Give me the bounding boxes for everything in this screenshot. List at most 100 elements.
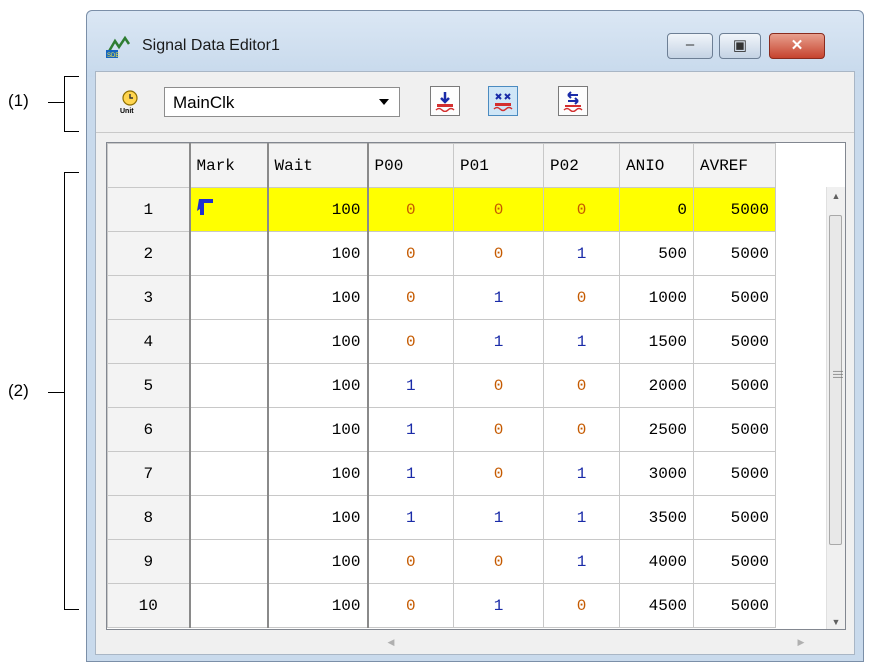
column-header-p01[interactable]: P01 [453,143,544,188]
anio-cell[interactable]: 2500 [619,407,694,452]
p00-cell[interactable]: 0 [367,231,454,276]
vertical-scroll-thumb[interactable]: — — — [829,215,843,545]
avref-cell[interactable]: 5000 [693,319,776,364]
mark-cell[interactable] [189,187,269,232]
table-row[interactable]: 9 100 0 0 1 4000 5000 [107,539,776,584]
row-number-cell[interactable]: 1 [107,187,191,232]
anio-cell[interactable]: 3500 [619,495,694,540]
chevron-down-icon[interactable] [379,99,389,105]
row-number-cell[interactable]: 7 [107,451,191,496]
mark-cell[interactable] [189,231,269,276]
scroll-down-icon[interactable]: ▼ [827,613,845,629]
wait-cell[interactable]: 100 [267,495,369,540]
column-header-anio[interactable]: ANIO [619,143,694,188]
wait-cell[interactable]: 100 [267,539,369,584]
import-button[interactable] [430,86,460,116]
signal-data-grid[interactable]: Mark Wait P00 P01 P02 ANIO AVREF 1 100 0 0 0… [106,142,846,630]
p02-cell[interactable]: 0 [543,363,620,408]
wait-cell[interactable]: 100 [267,231,369,276]
column-header-wait[interactable]: Wait [267,143,369,188]
p02-cell[interactable]: 1 [543,231,620,276]
p02-cell[interactable]: 1 [543,451,620,496]
p00-cell[interactable]: 0 [367,187,454,232]
table-row[interactable]: 1 100 0 0 0 0 5000 [107,187,776,232]
unit-select[interactable]: MainClk [164,87,400,117]
column-header-avref[interactable]: AVREF [693,143,776,188]
p01-cell[interactable]: 0 [453,231,544,276]
p01-cell[interactable]: 0 [453,363,544,408]
mark-cell[interactable] [189,275,269,320]
anio-cell[interactable]: 4000 [619,539,694,584]
anio-cell[interactable]: 2000 [619,363,694,408]
avref-cell[interactable]: 5000 [693,363,776,408]
table-row[interactable]: 6 100 1 0 0 2500 5000 [107,407,776,452]
p01-cell[interactable]: 0 [453,539,544,584]
column-header-p02[interactable]: P02 [543,143,620,188]
p02-cell[interactable]: 1 [543,539,620,584]
avref-cell[interactable]: 5000 [693,495,776,540]
p00-cell[interactable]: 0 [367,539,454,584]
row-number-cell[interactable]: 8 [107,495,191,540]
avref-cell[interactable]: 5000 [693,187,776,232]
table-row[interactable]: 8 100 1 1 1 3500 5000 [107,495,776,540]
anio-cell[interactable]: 1000 [619,275,694,320]
export-button[interactable] [488,86,518,116]
avref-cell[interactable]: 5000 [693,231,776,276]
row-number-cell[interactable]: 3 [107,275,191,320]
anio-cell[interactable]: 3000 [619,451,694,496]
p02-cell[interactable]: 1 [543,319,620,364]
p01-cell[interactable]: 0 [453,407,544,452]
p01-cell[interactable]: 1 [453,275,544,320]
vertical-scrollbar[interactable]: ▲ — — — ▼ [826,187,845,629]
mark-cell[interactable] [189,539,269,584]
p02-cell[interactable]: 0 [543,187,620,232]
row-number-cell[interactable]: 9 [107,539,191,584]
mark-cell[interactable] [189,319,269,364]
anio-cell[interactable]: 4500 [619,583,694,628]
close-button[interactable]: ✕ [769,33,825,59]
anio-cell[interactable]: 500 [619,231,694,276]
table-row[interactable]: 3 100 0 1 0 1000 5000 [107,275,776,320]
p02-cell[interactable]: 0 [543,275,620,320]
corner-header[interactable] [107,143,191,188]
mark-cell[interactable] [189,407,269,452]
row-number-cell[interactable]: 10 [107,583,191,628]
wait-cell[interactable]: 100 [267,319,369,364]
horizontal-scrollbar[interactable]: ◀ ▶ [106,632,846,652]
wait-cell[interactable]: 100 [267,187,369,232]
p00-cell[interactable]: 0 [367,275,454,320]
table-row[interactable]: 10 100 0 1 0 4500 5000 [107,583,776,628]
p01-cell[interactable]: 1 [453,583,544,628]
p01-cell[interactable]: 0 [453,187,544,232]
avref-cell[interactable]: 5000 [693,539,776,584]
p01-cell[interactable]: 1 [453,319,544,364]
table-row[interactable]: 2 100 0 0 1 500 5000 [107,231,776,276]
column-header-p00[interactable]: P00 [367,143,454,188]
scroll-up-icon[interactable]: ▲ [827,187,845,205]
wait-cell[interactable]: 100 [267,451,369,496]
row-number-cell[interactable]: 2 [107,231,191,276]
table-row[interactable]: 5 100 1 0 0 2000 5000 [107,363,776,408]
table-row[interactable]: 4 100 0 1 1 1500 5000 [107,319,776,364]
wait-cell[interactable]: 100 [267,407,369,452]
table-row[interactable]: 7 100 1 0 1 3000 5000 [107,451,776,496]
avref-cell[interactable]: 5000 [693,583,776,628]
p00-cell[interactable]: 1 [367,495,454,540]
mark-cell[interactable] [189,451,269,496]
p02-cell[interactable]: 0 [543,583,620,628]
p00-cell[interactable]: 1 [367,407,454,452]
avref-cell[interactable]: 5000 [693,275,776,320]
p01-cell[interactable]: 1 [453,495,544,540]
p00-cell[interactable]: 0 [367,319,454,364]
import-wave-button[interactable] [558,86,588,116]
scroll-right-icon[interactable]: ▶ [792,632,810,652]
p02-cell[interactable]: 1 [543,495,620,540]
scroll-left-icon[interactable]: ◀ [382,632,400,652]
row-number-cell[interactable]: 5 [107,363,191,408]
wait-cell[interactable]: 100 [267,275,369,320]
p00-cell[interactable]: 0 [367,583,454,628]
wait-cell[interactable]: 100 [267,583,369,628]
anio-cell[interactable]: 1500 [619,319,694,364]
column-header-mark[interactable]: Mark [189,143,269,188]
mark-cell[interactable] [189,363,269,408]
